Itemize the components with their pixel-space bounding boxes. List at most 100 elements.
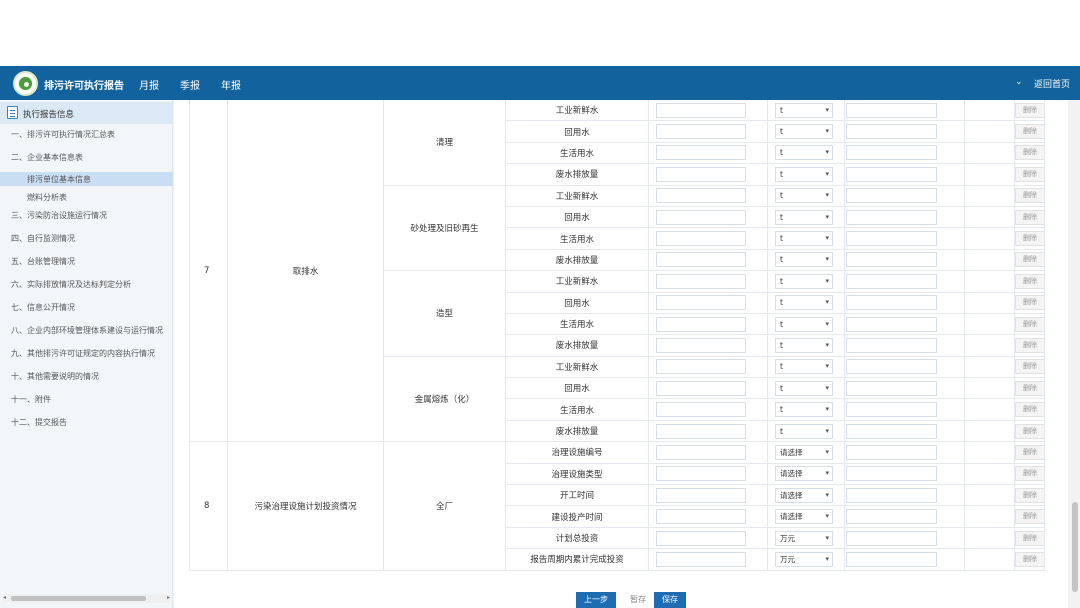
note-input[interactable] <box>846 124 937 140</box>
unit-select[interactable]: 请选择 ▾ <box>775 466 833 482</box>
nav-annual-report[interactable]: 年报 <box>221 77 241 92</box>
value-input[interactable] <box>656 124 746 140</box>
unit-select[interactable]: t ▾ <box>775 252 833 268</box>
delete-button[interactable]: 删除 <box>1015 530 1045 546</box>
delete-button[interactable]: 删除 <box>1015 402 1045 418</box>
note-input[interactable] <box>846 209 937 225</box>
value-input[interactable] <box>656 316 746 332</box>
value-input[interactable] <box>656 145 746 161</box>
note-input[interactable] <box>846 231 937 247</box>
sidebar-item-emissions[interactable]: 六、实际排放情况及达标判定分析 <box>11 279 131 290</box>
delete-button[interactable]: 删除 <box>1015 102 1045 118</box>
unit-select[interactable]: t ▾ <box>775 166 833 182</box>
nav-quarterly-report[interactable]: 季报 <box>180 77 200 92</box>
delete-button[interactable]: 删除 <box>1015 316 1045 332</box>
value-input[interactable] <box>656 188 746 204</box>
value-input[interactable] <box>656 487 746 503</box>
note-input[interactable] <box>846 466 937 482</box>
unit-select[interactable]: t ▾ <box>775 209 833 225</box>
sidebar-item-env-management[interactable]: 八、企业内部环境管理体系建设与运行情况 <box>11 325 163 336</box>
note-input[interactable] <box>846 252 937 268</box>
value-input[interactable] <box>656 380 746 396</box>
value-input[interactable] <box>656 402 746 418</box>
sidebar-item-disclosure[interactable]: 七、信息公开情况 <box>11 302 75 313</box>
value-input[interactable] <box>656 102 746 118</box>
unit-select[interactable]: t ▾ <box>775 316 833 332</box>
unit-select[interactable]: t ▾ <box>775 402 833 418</box>
unit-select[interactable]: t ▾ <box>775 145 833 161</box>
prev-step-button[interactable]: 上一步 <box>576 592 616 608</box>
delete-button[interactable]: 删除 <box>1015 466 1045 482</box>
sidebar-item-pollution-facilities[interactable]: 三、污染防治设施运行情况 <box>11 210 107 221</box>
value-input[interactable] <box>656 252 746 268</box>
note-input[interactable] <box>846 166 937 182</box>
value-input[interactable] <box>656 166 746 182</box>
unit-select[interactable]: t ▾ <box>775 359 833 375</box>
note-input[interactable] <box>846 551 937 567</box>
note-input[interactable] <box>846 359 937 375</box>
scroll-left-arrow-icon[interactable]: ◂ <box>3 594 6 601</box>
return-home-link[interactable]: 返回首页 <box>1034 77 1070 90</box>
delete-button[interactable]: 删除 <box>1015 295 1045 311</box>
unit-select[interactable]: t ▾ <box>775 231 833 247</box>
sidebar-item-unit-info[interactable]: 排污单位基本信息 <box>27 174 91 185</box>
value-input[interactable] <box>656 231 746 247</box>
value-input[interactable] <box>656 209 746 225</box>
note-input[interactable] <box>846 423 937 439</box>
unit-select[interactable]: 万元 ▾ <box>775 530 833 546</box>
delete-button[interactable]: 删除 <box>1015 209 1045 225</box>
delete-button[interactable]: 删除 <box>1015 487 1045 503</box>
delete-button[interactable]: 删除 <box>1015 509 1045 525</box>
unit-select[interactable]: t ▾ <box>775 295 833 311</box>
delete-button[interactable]: 删除 <box>1015 231 1045 247</box>
scrollbar-thumb[interactable] <box>1072 502 1078 592</box>
sidebar-section-header[interactable]: 执行报告信息 <box>0 102 173 124</box>
unit-select[interactable]: 请选择 ▾ <box>775 487 833 503</box>
sidebar-item-basic-info[interactable]: 二、企业基本信息表 <box>11 152 83 163</box>
value-input[interactable] <box>656 423 746 439</box>
delete-button[interactable]: 删除 <box>1015 273 1045 289</box>
note-input[interactable] <box>846 402 937 418</box>
scroll-right-arrow-icon[interactable]: ▸ <box>167 594 170 601</box>
delete-button[interactable]: 删除 <box>1015 166 1045 182</box>
value-input[interactable] <box>656 466 746 482</box>
sidebar-item-self-monitoring[interactable]: 四、自行监测情况 <box>11 233 75 244</box>
sidebar-item-ledger[interactable]: 五、台账管理情况 <box>11 256 75 267</box>
unit-select[interactable]: t ▾ <box>775 380 833 396</box>
value-input[interactable] <box>656 509 746 525</box>
note-input[interactable] <box>846 102 937 118</box>
delete-button[interactable]: 删除 <box>1015 145 1045 161</box>
sidebar-item-submit[interactable]: 十二、提交报告 <box>11 417 67 428</box>
save-draft-button[interactable]: 暂存 <box>626 592 650 608</box>
chevron-down-icon[interactable]: ⌄ <box>1015 77 1023 87</box>
sidebar-item-attachments[interactable]: 十一、附件 <box>11 394 51 405</box>
delete-button[interactable]: 删除 <box>1015 551 1045 567</box>
note-input[interactable] <box>846 444 937 460</box>
sidebar-item-other-notes[interactable]: 十、其他需要说明的情况 <box>11 371 99 382</box>
unit-select[interactable]: t ▾ <box>775 423 833 439</box>
delete-button[interactable]: 删除 <box>1015 188 1045 204</box>
note-input[interactable] <box>846 337 937 353</box>
unit-select[interactable]: t ▾ <box>775 273 833 289</box>
note-input[interactable] <box>846 487 937 503</box>
value-input[interactable] <box>656 530 746 546</box>
value-input[interactable] <box>656 295 746 311</box>
value-input[interactable] <box>656 337 746 353</box>
sidebar-item-other-permit[interactable]: 九、其他排污许可证规定的内容执行情况 <box>11 348 155 359</box>
delete-button[interactable]: 删除 <box>1015 252 1045 268</box>
unit-select[interactable]: 请选择 ▾ <box>775 509 833 525</box>
value-input[interactable] <box>656 444 746 460</box>
note-input[interactable] <box>846 145 937 161</box>
sidebar-item-fuel-analysis[interactable]: 燃料分析表 <box>27 192 67 203</box>
note-input[interactable] <box>846 273 937 289</box>
delete-button[interactable]: 删除 <box>1015 423 1045 439</box>
unit-select[interactable]: t ▾ <box>775 337 833 353</box>
save-button[interactable]: 保存 <box>654 592 686 608</box>
delete-button[interactable]: 删除 <box>1015 337 1045 353</box>
delete-button[interactable]: 删除 <box>1015 124 1045 140</box>
note-input[interactable] <box>846 188 937 204</box>
note-input[interactable] <box>846 509 937 525</box>
unit-select[interactable]: t ▾ <box>775 124 833 140</box>
unit-select[interactable]: 请选择 ▾ <box>775 444 833 460</box>
scrollbar-thumb[interactable] <box>11 596 146 601</box>
